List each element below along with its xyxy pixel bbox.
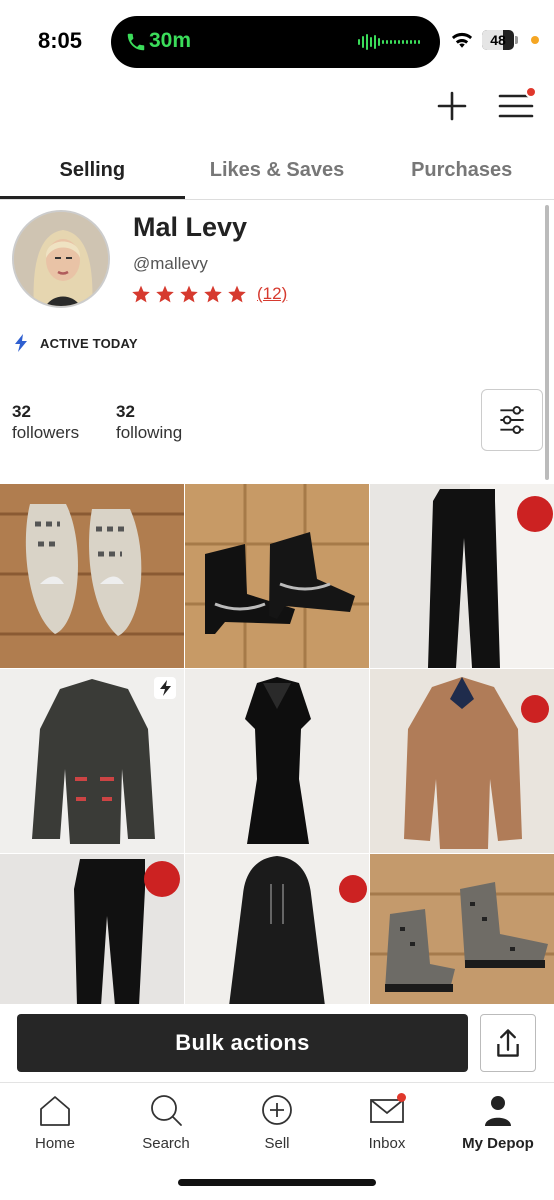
- listing-tile[interactable]: [185, 484, 369, 668]
- listing-tile[interactable]: [185, 854, 369, 1004]
- listing-tile[interactable]: [0, 484, 184, 668]
- bulk-actions-button[interactable]: Bulk actions: [17, 1014, 468, 1072]
- nav-sell[interactable]: Sell: [222, 1093, 332, 1152]
- tab-selling[interactable]: Selling: [0, 140, 185, 199]
- star-icon: [228, 285, 246, 303]
- listing-tile[interactable]: [0, 669, 184, 853]
- battery-icon: 48: [482, 30, 518, 50]
- dynamic-island[interactable]: 30m: [111, 16, 440, 68]
- nav-search[interactable]: Search: [111, 1093, 221, 1152]
- search-icon: [151, 1095, 182, 1126]
- battery-level: 48: [490, 32, 506, 48]
- nav-search-label: Search: [142, 1135, 190, 1152]
- nav-inbox[interactable]: Inbox: [332, 1093, 442, 1152]
- star-icon: [156, 285, 174, 303]
- listing-tile[interactable]: [0, 854, 184, 1004]
- add-listing-button[interactable]: [436, 90, 468, 122]
- phone-icon: [127, 33, 145, 51]
- following-stat[interactable]: 32 following: [116, 402, 182, 443]
- star-icon: [180, 285, 198, 303]
- nav-my-depop-label: My Depop: [462, 1135, 534, 1152]
- share-button[interactable]: [480, 1014, 536, 1072]
- star-icon: [132, 285, 150, 303]
- reviews-link[interactable]: (12): [257, 284, 287, 304]
- clock: 8:05: [38, 28, 83, 53]
- tab-likes-saves[interactable]: Likes & Saves: [185, 140, 370, 199]
- wifi-icon: [451, 32, 473, 48]
- lightning-icon: [15, 334, 27, 352]
- listing-tile[interactable]: [370, 669, 554, 853]
- home-indicator[interactable]: [178, 1179, 376, 1186]
- sliders-icon: [500, 405, 524, 435]
- person-icon: [485, 1096, 511, 1126]
- star-icon: [204, 285, 222, 303]
- nav-home[interactable]: Home: [0, 1093, 110, 1152]
- followers-count: 32: [12, 402, 31, 421]
- filter-button[interactable]: [481, 389, 543, 451]
- notification-dot: [525, 86, 537, 98]
- profile-name: Mal Levy: [133, 212, 248, 242]
- profile-tabs: Selling Likes & Saves Purchases: [0, 140, 554, 200]
- nav-home-label: Home: [34, 1135, 75, 1152]
- share-icon: [497, 1029, 519, 1057]
- activity-label: ACTIVE TODAY: [40, 335, 138, 351]
- scrollbar[interactable]: [545, 205, 549, 480]
- nav-inbox-label: Inbox: [368, 1135, 406, 1152]
- listing-grid: [0, 484, 554, 1004]
- seller-rating[interactable]: (12): [131, 284, 287, 304]
- listing-tile[interactable]: [370, 854, 554, 1004]
- home-icon: [40, 1096, 70, 1126]
- profile-handle: @mallevy: [133, 254, 208, 273]
- listing-tile[interactable]: [370, 484, 554, 668]
- following-count: 32: [116, 402, 135, 421]
- avatar[interactable]: [12, 210, 110, 308]
- nav-my-depop[interactable]: My Depop: [443, 1093, 553, 1152]
- privacy-indicator: [531, 36, 539, 44]
- boost-badge: [154, 677, 176, 699]
- nav-sell-label: Sell: [264, 1135, 290, 1152]
- call-duration: 30m: [149, 29, 192, 52]
- lightning-icon: [160, 680, 171, 696]
- audio-wave-icon: [358, 34, 420, 50]
- activity-status: ACTIVE TODAY: [14, 334, 138, 352]
- tab-purchases[interactable]: Purchases: [369, 140, 554, 199]
- listing-tile[interactable]: [185, 669, 369, 853]
- plus-circle-icon: [262, 1095, 292, 1125]
- followers-label: followers: [12, 423, 80, 442]
- inbox-notification-dot: [397, 1093, 406, 1102]
- status-bar: 8:05 30m 48: [0, 0, 554, 80]
- following-label: following: [116, 423, 183, 442]
- followers-stat[interactable]: 32 followers: [12, 402, 79, 443]
